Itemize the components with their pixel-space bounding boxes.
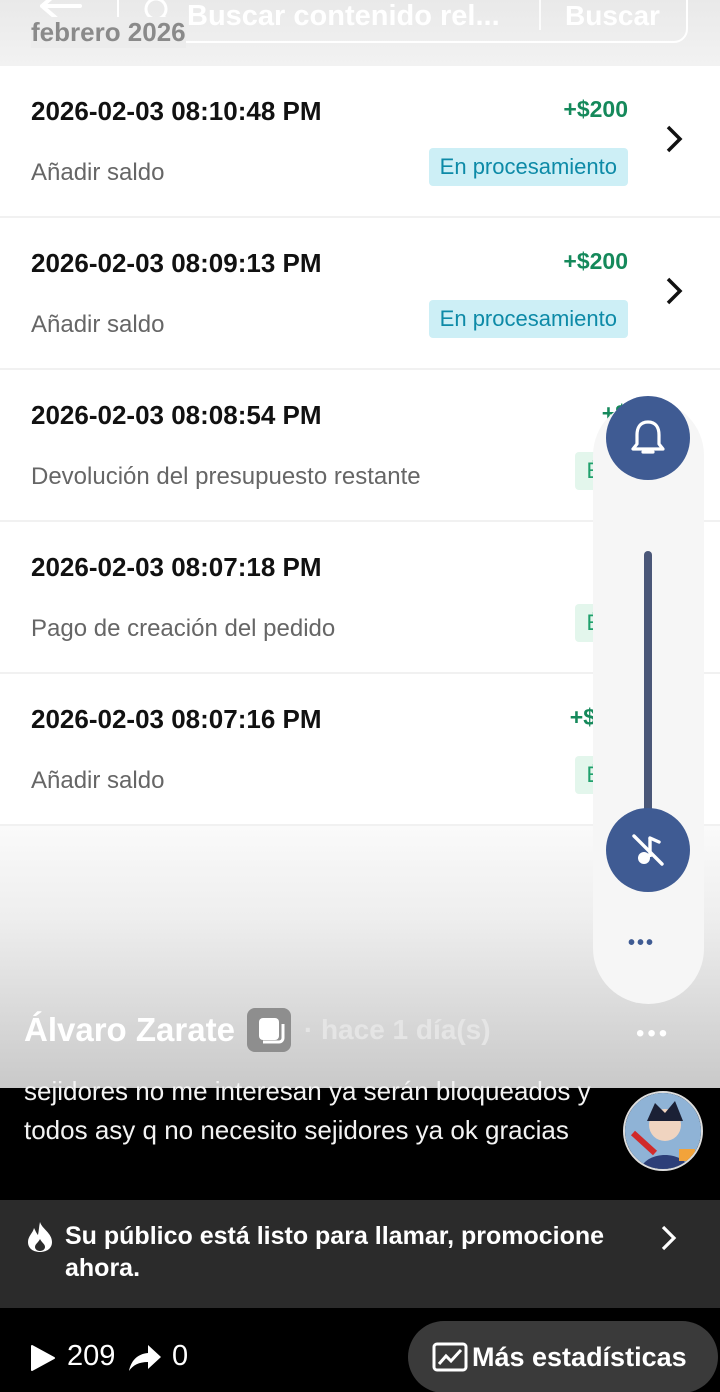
more-stats-label: Más estadísticas	[472, 1341, 687, 1372]
music-toggle-button[interactable]	[606, 808, 690, 892]
transaction-amount: +$200	[563, 96, 628, 122]
transaction-description: Devolución del presupuesto restante	[31, 463, 421, 490]
transaction-description: Añadir saldo	[31, 767, 165, 794]
music-off-icon	[632, 834, 664, 866]
notification-button[interactable]	[606, 396, 690, 480]
transaction-row[interactable]: 2026-02-03 08:09:13 PM Añadir saldo +$20…	[0, 218, 720, 370]
avatar[interactable]	[623, 1091, 703, 1171]
search-input[interactable]: Buscar contenido rel...	[187, 0, 500, 33]
transaction-datetime: 2026-02-03 08:09:13 PM	[31, 248, 322, 278]
transaction-datetime: 2026-02-03 08:07:16 PM	[31, 704, 322, 734]
chevron-right-icon[interactable]	[664, 276, 684, 306]
more-stats-button[interactable]: Más estadísticas	[408, 1321, 718, 1392]
chart-icon	[432, 1342, 468, 1372]
transaction-description: Pago de creación del pedido	[31, 615, 336, 642]
post-caption: sejidores no me interesan ya serán bloqu…	[24, 1076, 591, 1145]
author-name[interactable]: Álvaro Zarate	[24, 1011, 235, 1048]
panel-more-icon[interactable]: •••	[628, 932, 655, 955]
copy-icon[interactable]	[247, 1008, 292, 1052]
play-icon	[31, 1345, 55, 1371]
status-badge: En procesamiento	[428, 300, 628, 338]
chevron-right-icon[interactable]	[664, 124, 684, 154]
month-label: febrero 2026	[31, 17, 186, 48]
post-author-line: Álvaro Zarate · hace 1 día(s)	[24, 1008, 491, 1054]
search-header: Buscar contenido rel... Buscar febrero 2…	[0, 0, 720, 66]
fire-icon	[28, 1222, 52, 1252]
search-box[interactable]: Buscar contenido rel... Buscar	[117, 0, 688, 43]
views-count: 209	[67, 1340, 116, 1372]
transaction-datetime: 2026-02-03 08:08:54 PM	[31, 400, 322, 430]
stats-bar: 209 0 Más estadísticas	[0, 1308, 720, 1392]
search-divider	[539, 0, 541, 30]
transaction-description: Añadir saldo	[31, 311, 165, 338]
transaction-amount: +$200	[563, 248, 628, 274]
chevron-right-icon	[661, 1225, 677, 1251]
share-icon	[129, 1345, 161, 1371]
promotion-banner[interactable]: Su público está listo para llamar, promo…	[0, 1200, 720, 1308]
transaction-row[interactable]: 2026-02-03 08:10:48 PM Añadir saldo +$20…	[0, 66, 720, 218]
post-time: · hace 1 día(s)	[303, 1014, 491, 1045]
transaction-datetime: 2026-02-03 08:10:48 PM	[31, 96, 322, 126]
transaction-description: Añadir saldo	[31, 159, 165, 186]
status-badge: En procesamiento	[428, 148, 628, 186]
bell-icon	[631, 420, 665, 454]
more-options-icon[interactable]: •••	[636, 1020, 670, 1048]
shares-count: 0	[172, 1340, 189, 1372]
promotion-text: Su público está listo para llamar, promo…	[65, 1222, 605, 1282]
search-button[interactable]: Buscar	[565, 0, 660, 32]
transaction-datetime: 2026-02-03 08:07:18 PM	[31, 552, 322, 582]
volume-slider[interactable]	[644, 551, 652, 813]
